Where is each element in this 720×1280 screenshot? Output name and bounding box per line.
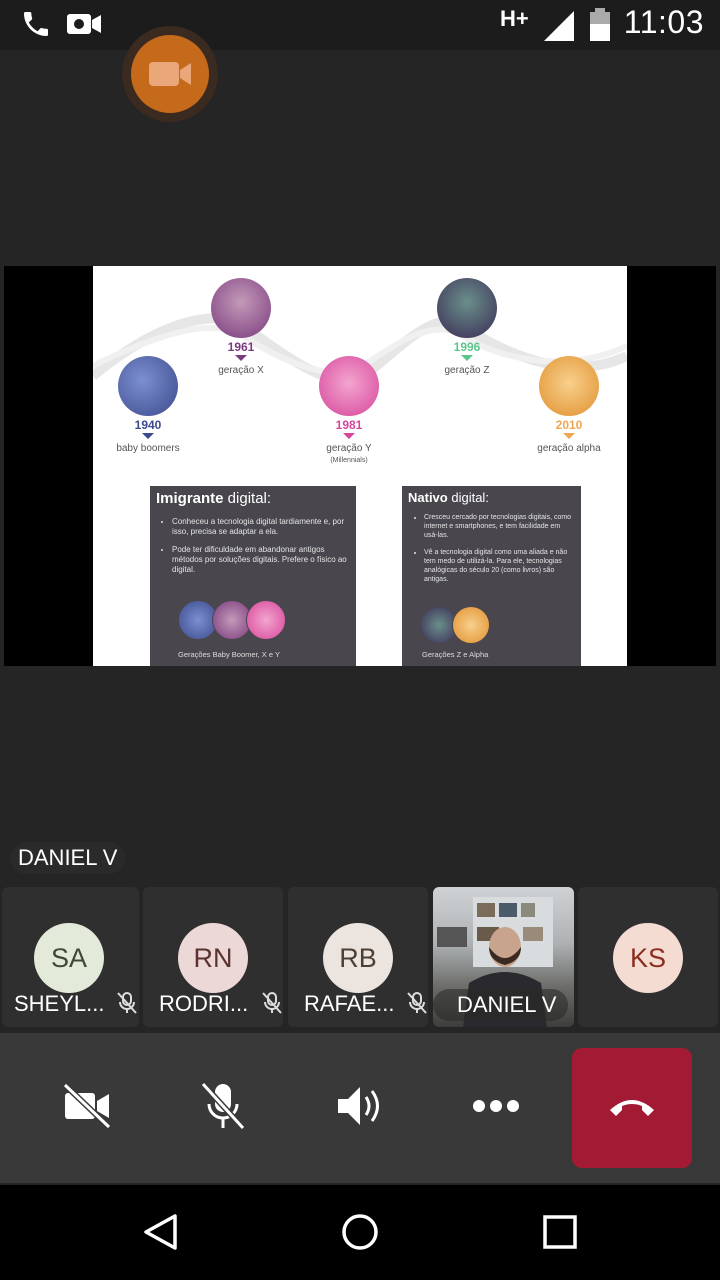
back-button[interactable] bbox=[135, 1209, 185, 1259]
generation-y-mini-photo bbox=[246, 600, 286, 640]
native-digital-box: Nativo digital: Cresceu cercado por tecn… bbox=[402, 486, 581, 666]
call-controls bbox=[0, 1033, 720, 1183]
generation-baby-boomers: 1940 baby boomers bbox=[108, 356, 188, 454]
arrow-down-icon bbox=[142, 433, 154, 439]
immigrant-title: Imigrante digital: bbox=[156, 490, 272, 507]
battery-icon bbox=[588, 8, 612, 47]
native-caption: Gerações Z e Alpha bbox=[422, 650, 489, 659]
generation-alpha-photo bbox=[539, 356, 599, 416]
speaker-button[interactable] bbox=[325, 1073, 395, 1143]
recents-button[interactable] bbox=[535, 1209, 585, 1259]
arrow-down-icon bbox=[461, 355, 473, 361]
home-icon bbox=[340, 1212, 380, 1257]
year-label: 2010 bbox=[555, 418, 583, 432]
generation-label: baby boomers bbox=[116, 443, 180, 454]
network-type: H+ bbox=[500, 6, 529, 31]
bullet: Conheceu a tecnologia digital tardiament… bbox=[172, 517, 350, 537]
mic-off-icon bbox=[197, 1080, 249, 1137]
generation-label: geração Z bbox=[444, 365, 490, 376]
generation-label: geração alpha bbox=[537, 443, 601, 454]
baby-boomer-photo bbox=[118, 356, 178, 416]
generation-y: 1981 geração Y (Millennials) bbox=[309, 356, 389, 464]
self-view-camera-button[interactable] bbox=[122, 26, 218, 122]
bullet: Pode ter dificuldade em abandonar antigo… bbox=[172, 545, 350, 575]
immigrant-bullets: Conheceu a tecnologia digital tardiament… bbox=[156, 517, 350, 575]
avatar: RB bbox=[323, 923, 393, 993]
generation-sublabel: (Millennials) bbox=[330, 457, 368, 464]
phone-icon bbox=[20, 8, 52, 45]
generation-alpha-mini-photo bbox=[452, 606, 490, 644]
generation-z: 1996 geração Z bbox=[427, 278, 507, 376]
immigrant-caption: Gerações Baby Boomer, X e Y bbox=[178, 650, 281, 659]
video-call-icon bbox=[66, 8, 102, 45]
toggle-video-button[interactable] bbox=[52, 1073, 122, 1143]
participant-tile[interactable]: RB RAFAE... bbox=[288, 887, 428, 1027]
avatar: KS bbox=[613, 923, 683, 993]
mic-muted-icon bbox=[261, 991, 283, 1020]
recents-icon bbox=[542, 1214, 578, 1255]
participant-name: RODRI... bbox=[159, 991, 249, 1016]
hang-up-icon bbox=[606, 1094, 658, 1123]
arrow-down-icon bbox=[235, 355, 247, 361]
arrow-down-icon bbox=[343, 433, 355, 439]
clock: 11:03 bbox=[623, 4, 704, 40]
generation-y-photo bbox=[319, 356, 379, 416]
more-options-button[interactable] bbox=[461, 1073, 531, 1143]
native-bullets: Cresceu cercado por tecnologias digitais… bbox=[408, 513, 575, 584]
participant-video-tile[interactable]: DANIEL V bbox=[433, 887, 574, 1027]
participant-tile[interactable]: RN RODRI... bbox=[143, 887, 283, 1027]
participant-name: DANIEL V bbox=[433, 989, 569, 1021]
year-label: 1961 bbox=[227, 340, 255, 354]
year-label: 1940 bbox=[134, 418, 162, 432]
generation-x-photo bbox=[211, 278, 271, 338]
speaker-icon bbox=[334, 1081, 386, 1136]
bullet: Vê a tecnologia digital como uma aliada … bbox=[424, 548, 575, 584]
mic-muted-icon bbox=[116, 991, 138, 1020]
participant-name: SHEYL... bbox=[14, 991, 105, 1016]
video-camera-icon bbox=[131, 35, 209, 113]
immigrant-digital-box: Imigrante digital: Conheceu a tecnologia… bbox=[150, 486, 356, 666]
status-bar: H+ 11:03 bbox=[0, 0, 720, 50]
more-icon bbox=[472, 1099, 520, 1118]
shared-screen[interactable]: 1940 baby boomers 1961 geração X 1981 ge… bbox=[4, 266, 716, 666]
avatar: RN bbox=[178, 923, 248, 993]
year-label: 1981 bbox=[335, 418, 363, 432]
participant-tile[interactable]: SA SHEYL... bbox=[2, 887, 139, 1027]
video-off-icon bbox=[61, 1081, 113, 1136]
system-navigation-bar bbox=[0, 1185, 720, 1280]
year-label: 1996 bbox=[453, 340, 481, 354]
generation-x: 1961 geração X bbox=[201, 278, 281, 376]
generation-alpha: 2010 geração alpha bbox=[529, 356, 609, 454]
active-speaker-label: DANIEL V bbox=[10, 842, 126, 874]
arrow-down-icon bbox=[563, 433, 575, 439]
home-button[interactable] bbox=[335, 1209, 385, 1259]
back-icon bbox=[140, 1212, 180, 1257]
avatar: SA bbox=[34, 923, 104, 993]
toggle-mic-button[interactable] bbox=[188, 1073, 258, 1143]
participant-tile[interactable]: KS bbox=[578, 887, 718, 1027]
teams-call-screen: H+ 11:03 1940 baby boomers 1961 geração … bbox=[0, 0, 720, 1280]
generation-z-photo bbox=[437, 278, 497, 338]
mic-muted-icon bbox=[406, 991, 428, 1020]
participant-name: RAFAE... bbox=[304, 991, 395, 1016]
generation-label: geração Y bbox=[326, 443, 372, 454]
bullet: Cresceu cercado por tecnologias digitais… bbox=[424, 513, 575, 540]
signal-icon bbox=[543, 10, 575, 47]
hang-up-button[interactable] bbox=[572, 1048, 692, 1168]
presentation-slide: 1940 baby boomers 1961 geração X 1981 ge… bbox=[93, 266, 627, 666]
native-title: Nativo digital: bbox=[408, 490, 489, 505]
generation-label: geração X bbox=[218, 365, 264, 376]
